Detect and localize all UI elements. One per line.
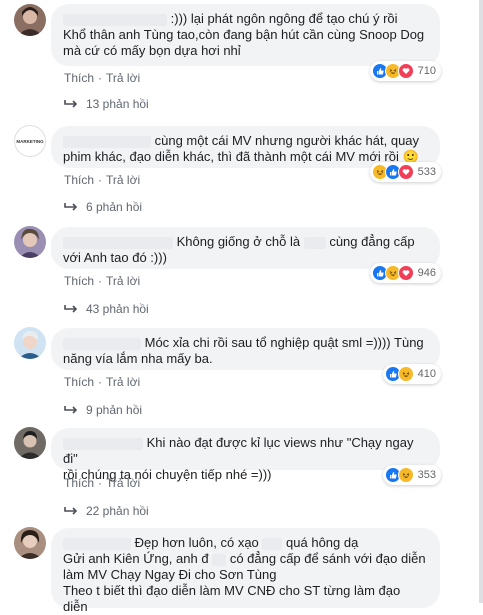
separator-dot: ·: [98, 476, 103, 490]
comment-bubble: Khi nào đạt được kỉ lục views như "Chạy …: [51, 428, 440, 482]
view-replies-link[interactable]: 13 phản hồi: [64, 97, 149, 111]
love-reaction-icon: [397, 63, 414, 79]
comment-text: có đẳng cấp để sánh với đạo diễn: [229, 551, 426, 566]
redacted-name: [63, 337, 141, 350]
like-link[interactable]: Thích: [64, 71, 94, 85]
reply-arrow-icon: [64, 406, 78, 414]
view-replies-link[interactable]: 6 phản hồi: [64, 200, 142, 214]
haha-reaction-icon: [397, 467, 414, 483]
comment-text: với Anh tao đó :))): [63, 250, 167, 265]
reply-link[interactable]: Trả lời: [106, 476, 140, 490]
comment-text: làm MV Chạy Ngay Đi cho Sơn Tùng: [63, 567, 277, 582]
reply-link[interactable]: Trả lời: [106, 375, 140, 389]
reaction-count: 410: [417, 368, 436, 380]
separator-dot: ·: [98, 375, 103, 389]
reply-arrow-icon: [64, 507, 78, 515]
comment-text: Theo t biết thì đạo diễn làm MV CNĐ cho …: [63, 583, 401, 614]
reply-arrow-icon: [64, 305, 78, 313]
comment-text: :))) lại phát ngôn ngông để tạo chú ý rồ…: [170, 11, 398, 26]
comment-text: Gửi anh Kiên Ứng, anh đ: [63, 551, 209, 566]
reaction-count: 353: [417, 469, 436, 481]
comment-actions: Thích · Trả lời: [64, 375, 140, 389]
reply-arrow-icon: [64, 203, 78, 211]
view-replies-link[interactable]: 9 phản hồi: [64, 403, 142, 417]
comment-text: Khổ thân anh Tùng tao,còn đang bận hút c…: [63, 27, 425, 42]
redacted-text: [212, 553, 227, 566]
separator-dot: ·: [98, 274, 103, 288]
redacted-name: [63, 135, 151, 148]
like-link[interactable]: Thích: [64, 476, 94, 490]
reply-link[interactable]: Trả lời: [106, 71, 140, 85]
comment-actions: Thích · Trả lời: [64, 476, 140, 490]
separator-dot: ·: [98, 71, 103, 85]
avatar[interactable]: [14, 327, 46, 359]
comment-text: phim khác, đạo diễn khác, thì đã thành m…: [63, 149, 399, 164]
redacted-text: [303, 236, 326, 249]
avatar[interactable]: [14, 427, 46, 459]
replies-count: 6 phản hồi: [86, 200, 143, 214]
separator-dot: ·: [98, 173, 103, 187]
reaction-count: 710: [417, 65, 436, 77]
replies-count: 43 phản hồi: [86, 302, 149, 316]
haha-reaction-icon: [397, 366, 414, 382]
redacted-name: [63, 537, 131, 550]
avatar[interactable]: [14, 527, 46, 559]
comment-actions: Thích · Trả lời: [64, 173, 140, 187]
comment-text: năng vía lắm nha mấy ba.: [63, 351, 213, 366]
comment-actions: Thích · Trả lời: [64, 274, 140, 288]
comment-text: Móc xỉa chi rồi sau tổ nghiệp quật sml =…: [144, 335, 424, 350]
comment-text: Không giống ở chỗ là: [176, 234, 301, 249]
replies-count: 13 phản hồi: [86, 97, 149, 111]
reaction-summary[interactable]: 946: [369, 263, 441, 283]
comment-bubble: Móc xỉa chi rồi sau tổ nghiệp quật sml =…: [51, 328, 440, 370]
reaction-summary[interactable]: 533: [369, 162, 441, 182]
avatar[interactable]: [14, 226, 46, 258]
avatar-text: MARKETING: [16, 139, 44, 144]
comment-bubble: Đẹp hơn luôn, có xạo quá hông dạ Gửi anh…: [51, 528, 440, 614]
comment-text: Đẹp hơn luôn, có xạo: [134, 535, 259, 550]
reaction-summary[interactable]: 353: [382, 465, 441, 485]
love-reaction-icon: [397, 265, 414, 281]
avatar[interactable]: MARKETING: [14, 125, 46, 157]
reaction-count: 533: [417, 166, 436, 178]
redacted-text: [262, 537, 283, 550]
like-link[interactable]: Thích: [64, 375, 94, 389]
like-link[interactable]: Thích: [64, 274, 94, 288]
reply-arrow-icon: [64, 100, 78, 108]
replies-count: 9 phản hồi: [86, 403, 143, 417]
avatar[interactable]: [14, 4, 46, 36]
comment-bubble: :))) lại phát ngôn ngông để tạo chú ý rồ…: [51, 4, 440, 66]
comment-actions: Thích · Trả lời: [64, 71, 140, 85]
redacted-name: [63, 236, 173, 249]
reply-link[interactable]: Trả lời: [106, 274, 140, 288]
comment-text: cùng một cái MV nhưng người khác hát, qu…: [154, 133, 420, 148]
redacted-name: [63, 13, 167, 26]
love-reaction-icon: [397, 164, 414, 180]
comment-text: mà cứ có mấy bọn dựa hơi nhỉ: [63, 43, 241, 58]
view-replies-link[interactable]: 22 phản hồi: [64, 504, 149, 518]
replies-count: 22 phản hồi: [86, 504, 149, 518]
right-frame-edge: [479, 0, 483, 603]
comment-text: quá hông dạ: [286, 535, 359, 550]
like-link[interactable]: Thích: [64, 173, 94, 187]
redacted-name: [63, 437, 143, 450]
reaction-count: 946: [417, 267, 436, 279]
view-replies-link[interactable]: 43 phản hồi: [64, 302, 149, 316]
reaction-summary[interactable]: 410: [382, 364, 441, 384]
comment-text: cùng đẳng cấp: [329, 234, 415, 249]
reply-link[interactable]: Trả lời: [106, 173, 140, 187]
reaction-summary[interactable]: 710: [369, 61, 441, 81]
